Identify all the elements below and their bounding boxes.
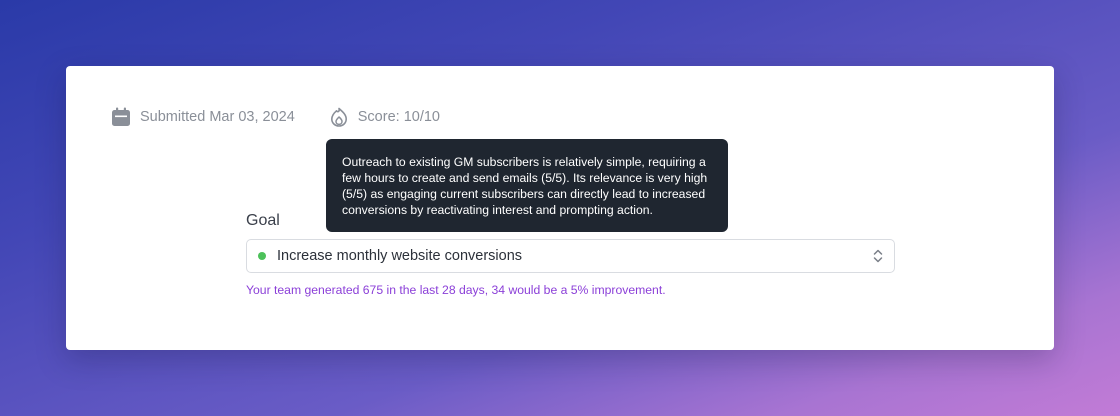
score-explanation-tooltip: Outreach to existing GM subscribers is r… [326,139,728,232]
chevron-up-down-icon [872,248,884,264]
score: Score: 10/10 [328,106,440,128]
fire-icon [328,106,350,128]
goal-label: Goal [246,212,280,229]
goal-select[interactable]: Increase monthly website conversions [246,239,895,273]
score-label: Score: 10/10 [357,109,440,125]
meta-row: Submitted Mar 03, 2024 Score: 10/10 [110,106,440,128]
goal-helper-text: Your team generated 675 in the last 28 d… [246,283,666,297]
goal-selected-value: Increase monthly website conversions [277,248,523,264]
submitted-label: Submitted Mar 03, 2024 [140,109,295,125]
calendar-icon [110,106,132,128]
submitted-date: Submitted Mar 03, 2024 [110,106,295,128]
goal-card: Submitted Mar 03, 2024 Score: 10/10 Outr… [66,66,1054,350]
status-dot [258,252,266,260]
tooltip-text: Outreach to existing GM subscribers is r… [342,155,708,217]
